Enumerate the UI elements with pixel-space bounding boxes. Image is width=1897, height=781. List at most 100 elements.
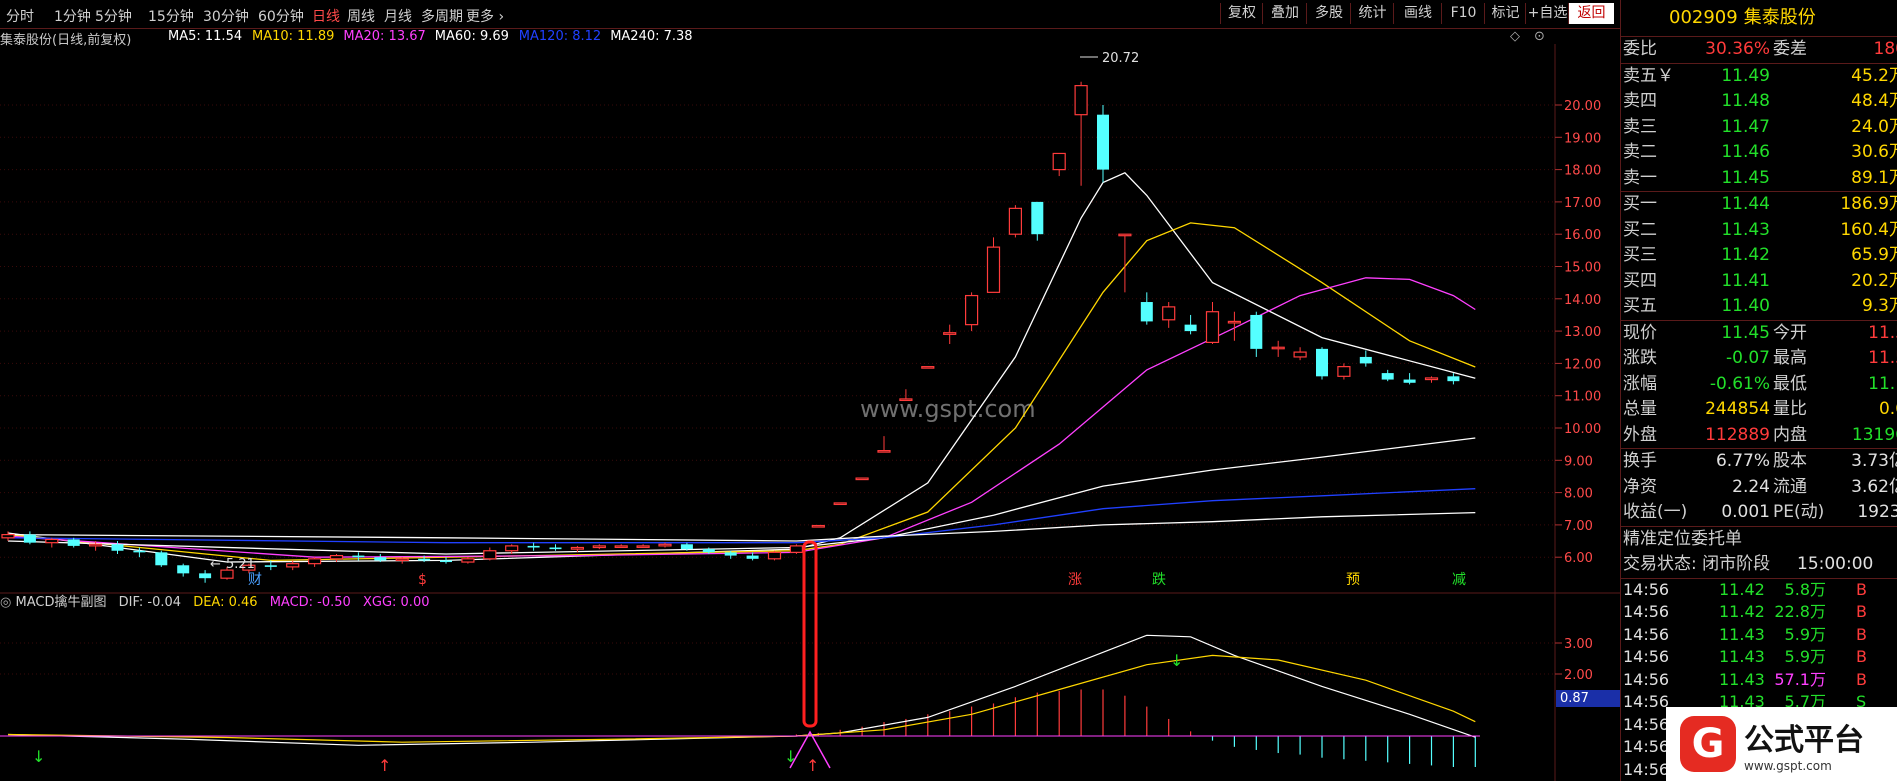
tab-9[interactable]: 多周期 bbox=[421, 6, 463, 26]
toolbar-button-7[interactable]: +自选 bbox=[1525, 3, 1569, 24]
price-tick-5: 15.00 bbox=[1564, 261, 1601, 276]
order-title[interactable]: 精准定位委托单 bbox=[1621, 527, 1897, 553]
circle-icon: ◎ bbox=[0, 595, 16, 610]
tab-10[interactable]: 更多 › bbox=[466, 6, 504, 26]
bid-row-2: 买三11.4265.9万 bbox=[1623, 245, 1897, 265]
watermark: www.gspt.com bbox=[860, 395, 1036, 423]
gspt-logo: G 公式平台 www.gspt.com bbox=[1666, 707, 1897, 781]
bid-row-3: 买四11.4120.2万 bbox=[1623, 270, 1897, 291]
candle bbox=[1381, 369, 1394, 382]
macd-title: MACD擒牛副图 bbox=[15, 595, 107, 610]
bid-row-4: 买五11.409.3万 bbox=[1623, 296, 1897, 316]
tab-7[interactable]: 周线 bbox=[347, 6, 375, 26]
candle bbox=[1250, 311, 1263, 357]
candle bbox=[45, 537, 59, 548]
macd-tick-0: 3.00 bbox=[1564, 637, 1593, 652]
dea-line bbox=[7, 654, 1476, 743]
tab-0[interactable]: 分时 bbox=[6, 6, 34, 26]
tab-5[interactable]: 60分钟 bbox=[258, 6, 304, 26]
candle bbox=[943, 324, 957, 345]
toolbar-button-0[interactable]: 复权 bbox=[1220, 3, 1263, 24]
candle bbox=[1447, 373, 1460, 385]
macd-title-row: ◎ MACD擒牛副图 DIF: -0.04 DEA: 0.46 MACD: -0… bbox=[0, 591, 429, 610]
ask-row-1: 卖四11.4848.4万 bbox=[1623, 91, 1897, 111]
low-price-label: 5.21 bbox=[226, 557, 255, 572]
dif-line bbox=[7, 634, 1476, 746]
macd-grid bbox=[0, 642, 1562, 675]
dea-value: DEA: 0.46 bbox=[193, 595, 258, 610]
toolbar-button-6[interactable]: 标记 bbox=[1484, 3, 1526, 24]
tab-2[interactable]: 5分钟 bbox=[95, 6, 132, 26]
tab-1[interactable]: 1分钟 bbox=[54, 6, 91, 26]
toolbar-button-3[interactable]: 统计 bbox=[1350, 3, 1394, 24]
kline-chart[interactable]: www.gspt.com 20.00 19.00 18.00 17.00 16.00 15… bbox=[0, 28, 1620, 781]
candle bbox=[1316, 347, 1328, 380]
toolbar-button-2[interactable]: 多股 bbox=[1306, 3, 1351, 24]
toolbar-button-8[interactable]: 返回 bbox=[1568, 3, 1614, 24]
price-tick-1: 19.00 bbox=[1564, 131, 1601, 146]
candle bbox=[767, 550, 782, 561]
candle bbox=[1184, 314, 1197, 335]
candle bbox=[308, 557, 322, 567]
candle bbox=[1205, 302, 1220, 345]
bid-book: 买一11.44186.9万买二11.43160.4万买三11.4265.9万买四… bbox=[1621, 192, 1897, 320]
arrow-up-icon: ↑ bbox=[378, 756, 391, 775]
candle bbox=[177, 563, 190, 577]
candle bbox=[1140, 292, 1153, 325]
macd-current-value: 0.87 bbox=[1556, 690, 1622, 707]
high-price-label: 20.72 bbox=[1102, 51, 1139, 66]
candle bbox=[855, 477, 869, 481]
price-axis: 20.00 19.00 18.00 17.00 16.00 15.00 14.00 13.00… bbox=[1564, 99, 1601, 566]
stock-code: 002909 bbox=[1669, 7, 1738, 28]
tab-4[interactable]: 30分钟 bbox=[203, 6, 249, 26]
trade-tick-row: 14:56 11.42 5.8万 B bbox=[1623, 579, 1867, 599]
event-marker-1: $ bbox=[418, 572, 427, 588]
toolbar-button-4[interactable]: 画线 bbox=[1393, 3, 1442, 24]
price-tick-0: 20.00 bbox=[1564, 99, 1601, 114]
tab-6[interactable]: 日线 bbox=[312, 6, 340, 26]
price-tick-13: 7.00 bbox=[1564, 519, 1593, 534]
price-tick-11: 9.00 bbox=[1564, 454, 1593, 469]
tab-8[interactable]: 月线 bbox=[384, 6, 412, 26]
event-marker-3: 跌 bbox=[1152, 572, 1166, 588]
candle bbox=[461, 557, 475, 564]
fund-row-2: 收益(一)0.001PE(动)1923. bbox=[1623, 502, 1897, 522]
price-tick-6: 14.00 bbox=[1564, 293, 1601, 308]
xgg-value: XGG: 0.00 bbox=[362, 595, 430, 610]
candle bbox=[964, 292, 979, 332]
top-toolbar: 分时 1分钟 5分钟 15分钟 30分钟 60分钟 日线 周线 月线 多周期 更多 › 复权 叠加 多股… bbox=[0, 0, 1620, 29]
svg-text:←: ← bbox=[210, 557, 221, 572]
candle bbox=[1074, 81, 1088, 186]
candle bbox=[921, 366, 935, 369]
toolbar-button-5[interactable]: F10 bbox=[1441, 3, 1485, 24]
stat-row-3: 总量244854量比0.6 bbox=[1623, 399, 1897, 419]
price-grid bbox=[0, 44, 1562, 781]
candle bbox=[527, 542, 540, 551]
bid-row-1: 买二11.43160.4万 bbox=[1623, 219, 1897, 240]
candle bbox=[23, 531, 36, 545]
ma-line-ma240 bbox=[7, 511, 1476, 542]
trade-tick-row: 14:56 11.43 5.9万 B bbox=[1623, 624, 1867, 644]
candle bbox=[1337, 363, 1351, 380]
toolbar-button-1[interactable]: 叠加 bbox=[1262, 3, 1307, 24]
tab-3[interactable]: 15分钟 bbox=[148, 6, 194, 26]
macd-value: MACD: -0.50 bbox=[269, 595, 351, 610]
ask-row-2: 卖三11.4724.0万 bbox=[1623, 116, 1897, 137]
candles bbox=[1, 81, 1460, 583]
candle bbox=[658, 542, 672, 548]
stat-row-4: 外盘112889内盘13196 bbox=[1623, 424, 1897, 445]
ask-row-0: 卖五￥11.4945.2万 bbox=[1623, 65, 1897, 86]
weibi-row: 委比 30.36% 委差 180 bbox=[1623, 39, 1897, 59]
candle bbox=[1293, 347, 1307, 361]
arrow-up-icon: ↑ bbox=[806, 756, 819, 775]
logo-url: www.gspt.com bbox=[1744, 759, 1832, 773]
trade-tick-row: 14:56 11.42 22.8万 B bbox=[1623, 602, 1867, 621]
logo-g-icon: G bbox=[1680, 716, 1736, 772]
ma-line-ma10 bbox=[7, 222, 1476, 562]
arrow-down-icon: ↓ bbox=[1170, 651, 1183, 670]
stock-header: 002909 集泰股份 bbox=[1621, 0, 1897, 37]
candle bbox=[833, 502, 847, 506]
fundamental-stats: 换手6.77%股本3.73亿净资2.24流通3.62亿收益(一)0.001PE(… bbox=[1621, 449, 1897, 526]
macd-axis: 3.00 2.00 bbox=[1564, 637, 1593, 683]
candle bbox=[440, 557, 452, 564]
